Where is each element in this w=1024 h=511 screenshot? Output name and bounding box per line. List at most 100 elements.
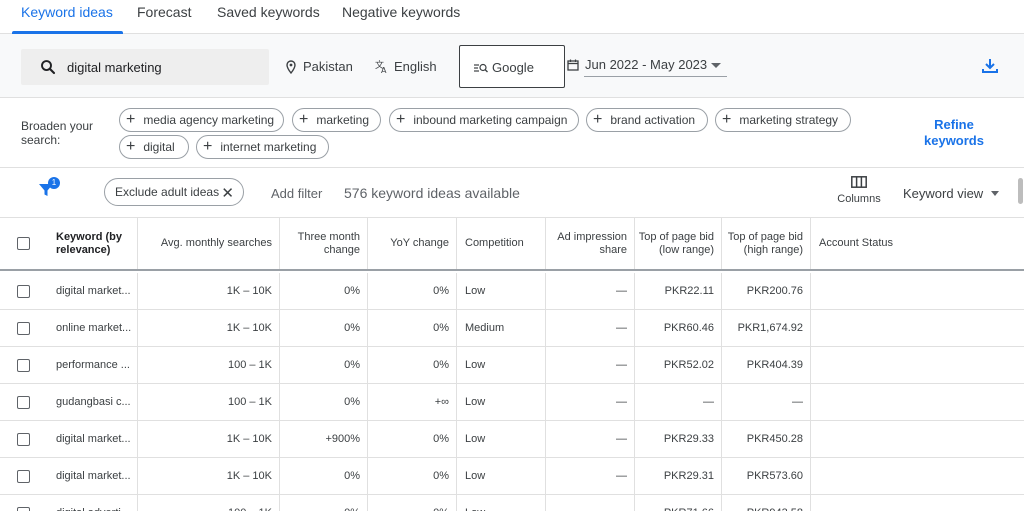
table-row[interactable]: digital market... 1K – 10K 0% 0% Low — PKR29.3… bbox=[0, 458, 1024, 495]
svg-text:A: A bbox=[381, 66, 387, 73]
cell-bid-high: PKR450.28 bbox=[722, 421, 811, 457]
table-row[interactable]: performance ... 100 – 1K 0% 0% Low — PKR52.02 P… bbox=[0, 347, 1024, 384]
network-label: Google bbox=[492, 60, 534, 75]
row-checkbox[interactable] bbox=[16, 358, 30, 372]
add-filter-button[interactable]: Add filter bbox=[271, 186, 322, 201]
cell-ad-impression-share: — bbox=[546, 458, 635, 494]
cell-avg-monthly-searches: 100 – 1K bbox=[138, 384, 280, 420]
location-label: Pakistan bbox=[303, 59, 353, 74]
cell-keyword: digital market... bbox=[46, 421, 138, 457]
broaden-label: Broaden your search: bbox=[21, 119, 94, 147]
row-checkbox-cell bbox=[0, 347, 46, 383]
columns-button[interactable]: Columns bbox=[833, 176, 885, 205]
chip-internet-marketing[interactable]: + internet marketing bbox=[196, 135, 329, 159]
close-icon[interactable]: ✕ bbox=[221, 184, 234, 202]
header-bid-low[interactable]: Top of page bid (low range) bbox=[635, 218, 722, 269]
header-yoy-change[interactable]: YoY change bbox=[368, 218, 457, 269]
network-selector[interactable]: Google bbox=[459, 45, 565, 88]
row-checkbox[interactable] bbox=[16, 321, 30, 335]
search-icon bbox=[41, 60, 56, 75]
cell-keyword: online market... bbox=[46, 310, 138, 346]
cell-competition: Low bbox=[457, 421, 546, 457]
cell-ad-impression-share: — bbox=[546, 495, 635, 511]
cell-keyword: performance ... bbox=[46, 347, 138, 383]
cell-ad-impression-share: — bbox=[546, 384, 635, 420]
header-competition[interactable]: Competition bbox=[457, 218, 546, 269]
header-three-month-change[interactable]: Three month change bbox=[280, 218, 368, 269]
cell-avg-monthly-searches: 1K – 10K bbox=[138, 273, 280, 309]
plus-icon: + bbox=[203, 138, 213, 155]
cell-bid-high: PKR200.76 bbox=[722, 273, 811, 309]
cell-ad-impression-share: — bbox=[546, 421, 635, 457]
keyword-view-dropdown[interactable]: Keyword view bbox=[903, 186, 1000, 201]
tab-keyword-ideas[interactable]: Keyword ideas bbox=[21, 4, 113, 20]
header-ad-impression-share[interactable]: Ad impression share bbox=[546, 218, 635, 269]
tab-saved-keywords[interactable]: Saved keywords bbox=[217, 4, 320, 20]
exclude-adult-ideas-chip[interactable]: Exclude adult ideas ✕ bbox=[104, 178, 244, 206]
chip-marketing[interactable]: + marketing bbox=[292, 108, 381, 132]
filter-bar: 1 Exclude adult ideas ✕ Add filter 576 k… bbox=[0, 168, 1024, 218]
table-row[interactable]: digital market... 1K – 10K 0% 0% Low — PKR22.1… bbox=[0, 273, 1024, 310]
tab-negative-keywords[interactable]: Negative keywords bbox=[342, 4, 460, 20]
cell-account-status bbox=[811, 421, 1024, 457]
search-query: digital marketing bbox=[67, 60, 162, 75]
cell-yoy-change: +∞ bbox=[368, 384, 457, 420]
cell-bid-low: PKR29.31 bbox=[635, 458, 722, 494]
chevron-down-icon[interactable] bbox=[711, 63, 721, 68]
cell-competition: Low bbox=[457, 384, 546, 420]
cell-keyword: digital adverti... bbox=[46, 495, 138, 511]
keyword-view-label: Keyword view bbox=[903, 186, 984, 201]
plus-icon: + bbox=[126, 138, 136, 155]
scrollbar-thumb[interactable] bbox=[1018, 178, 1023, 204]
cell-yoy-change: 0% bbox=[368, 310, 457, 346]
cell-account-status bbox=[811, 310, 1024, 346]
cell-keyword: digital market... bbox=[46, 458, 138, 494]
plus-icon: + bbox=[126, 111, 136, 128]
cell-bid-low: PKR29.33 bbox=[635, 421, 722, 457]
row-checkbox[interactable] bbox=[16, 506, 30, 511]
cell-account-status bbox=[811, 384, 1024, 420]
chip-inbound-marketing-campaign[interactable]: + inbound marketing campaign bbox=[389, 108, 579, 132]
cell-bid-high: — bbox=[722, 384, 811, 420]
cell-yoy-change: 0% bbox=[368, 458, 457, 494]
plus-icon: + bbox=[396, 111, 406, 128]
cell-three-month-change: 0% bbox=[280, 495, 368, 511]
header-bid-high[interactable]: Top of page bid (high range) bbox=[722, 218, 811, 269]
tab-forecast[interactable]: Forecast bbox=[137, 4, 191, 20]
cell-yoy-change: 0% bbox=[368, 421, 457, 457]
row-checkbox-cell bbox=[0, 421, 46, 457]
chip-digital[interactable]: + digital bbox=[119, 135, 189, 159]
header-account-status[interactable]: Account Status bbox=[811, 218, 1024, 269]
cell-yoy-change: 0% bbox=[368, 273, 457, 309]
download-icon[interactable] bbox=[980, 56, 1000, 76]
keyword-search-input[interactable]: digital marketing bbox=[21, 49, 269, 85]
table-row[interactable]: digital adverti...100 – 1K0%0%Low—PKR71.… bbox=[0, 495, 1024, 511]
row-checkbox[interactable] bbox=[16, 432, 30, 446]
cell-bid-low: — bbox=[635, 384, 722, 420]
table-row[interactable]: online market... 1K – 10K 0% 0% Medium — PKR60… bbox=[0, 310, 1024, 347]
chip-media-agency-marketing[interactable]: + media agency marketing bbox=[119, 108, 284, 132]
row-checkbox[interactable] bbox=[16, 395, 30, 409]
refine-keywords-button[interactable]: Refine keywords bbox=[908, 117, 1000, 149]
chip-brand-activation[interactable]: + brand activation bbox=[586, 108, 708, 132]
cell-competition: Low bbox=[457, 273, 546, 309]
language-selector[interactable]: 文A English bbox=[375, 59, 437, 74]
table-row[interactable]: gudangbasi c... 100 – 1K 0% +∞ Low — — — bbox=[0, 384, 1024, 421]
location-selector[interactable]: Pakistan bbox=[285, 59, 353, 74]
cell-competition: Low bbox=[457, 495, 546, 511]
date-range-selector[interactable]: Jun 2022 - May 2023 bbox=[567, 57, 707, 72]
select-all-checkbox[interactable] bbox=[16, 237, 30, 250]
table-row[interactable]: digital market... 1K – 10K +900% 0% Low — PKR2… bbox=[0, 421, 1024, 458]
row-checkbox[interactable] bbox=[16, 469, 30, 483]
filter-count-badge: 1 bbox=[48, 177, 60, 189]
chip-marketing-strategy[interactable]: + marketing strategy bbox=[715, 108, 851, 132]
calendar-icon bbox=[567, 59, 579, 71]
header-avg-monthly-searches[interactable]: Avg. monthly searches bbox=[138, 218, 280, 269]
row-checkbox-cell bbox=[0, 495, 46, 511]
header-keyword[interactable]: Keyword (by relevance) bbox=[46, 218, 138, 269]
cell-competition: Medium bbox=[457, 310, 546, 346]
row-checkbox-cell bbox=[0, 384, 46, 420]
cell-bid-high: PKR573.60 bbox=[722, 458, 811, 494]
cell-three-month-change: 0% bbox=[280, 384, 368, 420]
row-checkbox[interactable] bbox=[16, 284, 30, 298]
